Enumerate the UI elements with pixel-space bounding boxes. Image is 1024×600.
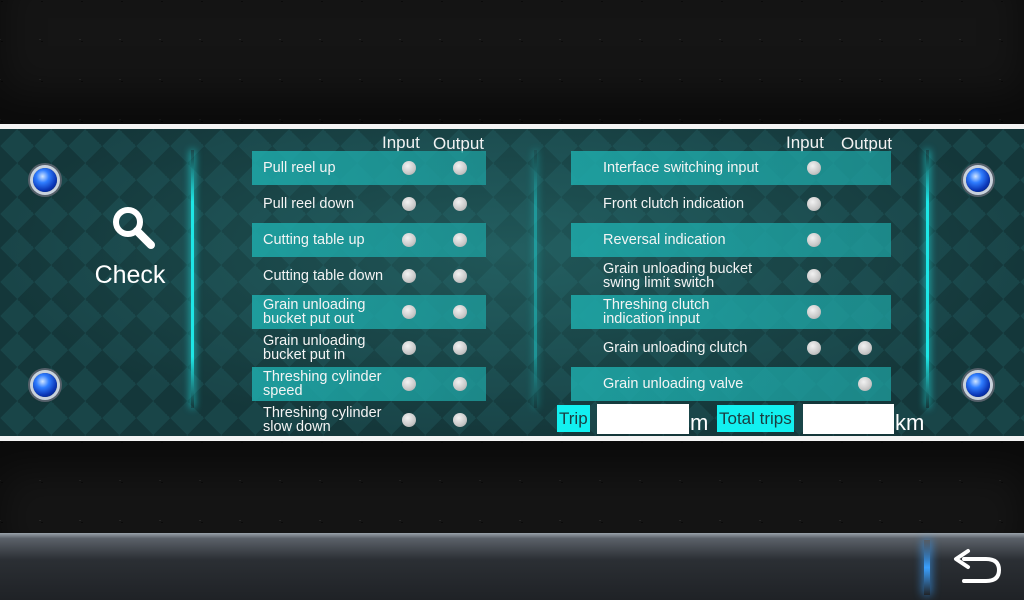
- trip-label: Trip: [557, 405, 590, 432]
- back-arrow-icon: [954, 549, 1002, 583]
- back-button[interactable]: [944, 548, 1008, 588]
- screw-bottom-left: [33, 373, 57, 397]
- left-output-indicator: [453, 413, 467, 427]
- right-row-label: Reversal indication: [603, 232, 726, 248]
- left-output-indicator: [453, 269, 467, 283]
- left-row-label: Threshing cylinder speed: [263, 369, 382, 399]
- right-input-indicator: [807, 341, 821, 355]
- left-output-indicator: [453, 233, 467, 247]
- footer-glow-separator: [924, 540, 930, 595]
- trip-unit: m: [690, 410, 709, 435]
- total-trips-value-field: [803, 404, 894, 434]
- divider-right: [926, 150, 929, 408]
- right-row-label: Interface switching input: [603, 160, 759, 176]
- total-trips-label: Total trips: [717, 405, 794, 432]
- screw-top-right: [966, 168, 990, 192]
- left-input-indicator: [402, 269, 416, 283]
- total-trips-unit: km: [895, 410, 925, 435]
- left-input-indicator: [402, 413, 416, 427]
- right-input-indicator: [807, 197, 821, 211]
- right-input-indicator: [807, 161, 821, 175]
- right-row-label: Front clutch indication: [603, 196, 745, 212]
- right-input-header: Input: [786, 133, 824, 152]
- left-input-indicator: [402, 377, 416, 391]
- left-row-label: Pull reel down: [263, 196, 355, 212]
- left-row-label: Cutting table up: [263, 232, 365, 248]
- divider-left: [191, 150, 194, 408]
- right-row-label: Threshing clutch indication input: [603, 297, 710, 327]
- left-input-indicator: [402, 161, 416, 175]
- right-row-label: Grain unloading valve: [603, 376, 744, 392]
- bottom-background-pattern: [0, 441, 1024, 533]
- screw-bottom-right: [966, 373, 990, 397]
- trip-value-field: [597, 404, 689, 434]
- screw-top-left: [33, 168, 57, 192]
- right-output-indicator: [858, 341, 872, 355]
- search-icon: [113, 207, 155, 249]
- left-input-indicator: [402, 341, 416, 355]
- right-row-label: Grain unloading bucket swing limit switc…: [603, 261, 753, 291]
- left-row-label: Threshing cylinder slow down: [263, 405, 382, 435]
- left-input-indicator: [402, 305, 416, 319]
- right-row-label: Grain unloading clutch: [603, 340, 748, 356]
- footer-bar: [0, 533, 1024, 600]
- divider-center: [534, 150, 537, 408]
- left-row-label: Pull reel up: [263, 160, 336, 176]
- check-title: Check: [94, 261, 166, 289]
- left-row-label: Grain unloading bucket put out: [263, 297, 366, 327]
- left-input-indicator: [402, 233, 416, 247]
- check-section: Check: [85, 203, 180, 293]
- left-input-header: Input: [382, 133, 420, 152]
- top-background-pattern: [0, 0, 1024, 124]
- left-output-indicator: [453, 161, 467, 175]
- left-output-indicator: [453, 377, 467, 391]
- left-output-indicator: [453, 341, 467, 355]
- right-input-indicator: [807, 269, 821, 283]
- left-output-indicator: [453, 305, 467, 319]
- right-input-indicator: [807, 233, 821, 247]
- right-input-indicator: [807, 305, 821, 319]
- left-row-label: Grain unloading bucket put in: [263, 333, 366, 363]
- right-output-indicator: [858, 377, 872, 391]
- left-output-indicator: [453, 197, 467, 211]
- left-input-indicator: [402, 197, 416, 211]
- left-row-label: Cutting table down: [263, 268, 384, 284]
